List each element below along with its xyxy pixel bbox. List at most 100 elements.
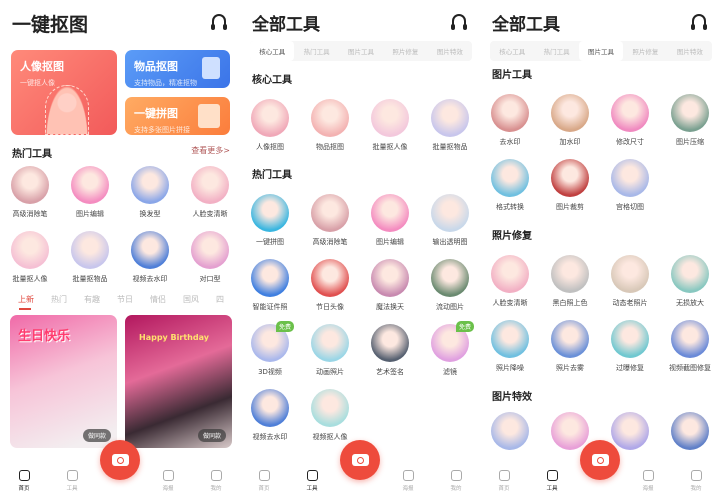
tool-item[interactable]: 图片编辑 xyxy=(360,194,420,259)
category-tab[interactable]: 核心工具 xyxy=(490,41,534,61)
tool-item[interactable]: 高级消除笔 xyxy=(300,194,360,259)
tool-item[interactable]: 图片裁剪 xyxy=(540,159,600,224)
object-cutout-card[interactable]: 物品抠图 支持物品，精准抠物 xyxy=(125,50,230,88)
see-more-link[interactable]: 查看更多> xyxy=(191,145,230,156)
nav-item[interactable]: 首页 xyxy=(240,462,288,502)
nav-item[interactable]: 工具 xyxy=(528,462,576,502)
tool-item[interactable]: 无损放大 xyxy=(660,255,720,320)
feed-tab[interactable]: 有趣 xyxy=(76,294,109,305)
tool-item[interactable]: 图片编辑 xyxy=(60,166,120,231)
category-tab[interactable]: 照片修复 xyxy=(623,41,667,61)
nav-item[interactable]: 首页 xyxy=(0,462,48,502)
nav-item[interactable]: 我的 xyxy=(192,462,240,502)
feed-tab[interactable]: 上新 xyxy=(10,294,43,310)
tool-thumbnail xyxy=(11,231,49,269)
camera-button[interactable] xyxy=(100,440,140,480)
nav-item[interactable]: 海报 xyxy=(624,462,672,502)
section-title: 热门工具 xyxy=(12,149,52,160)
tool-item[interactable]: 过曝修复 xyxy=(600,320,660,385)
home-screen: 一键抠图 人像抠图 一键抠人像 物品抠图 支持物品，精准抠物 一键拼图 支持多张图片拼… xyxy=(0,0,240,502)
nav-item[interactable]: 我的 xyxy=(432,462,480,502)
nav-item[interactable]: 我的 xyxy=(672,462,720,502)
tool-item[interactable]: 视频去水印 xyxy=(240,389,300,454)
tool-label: 视频抠人像 xyxy=(312,433,348,441)
tool-item[interactable]: 照片去雾 xyxy=(540,320,600,385)
category-tab[interactable]: 图片特效 xyxy=(668,41,712,61)
customer-service-icon[interactable] xyxy=(451,14,467,30)
tool-item[interactable]: 魔法换天 xyxy=(360,259,420,324)
feed-tab[interactable]: 情侣 xyxy=(142,294,175,305)
feed-tab[interactable]: 热门 xyxy=(43,294,76,305)
tool-item[interactable]: 流动图片 xyxy=(420,259,480,324)
tool-item[interactable]: 对口型 xyxy=(180,231,240,296)
category-tab[interactable]: 核心工具 xyxy=(250,41,295,61)
tool-item[interactable]: 照片降噪 xyxy=(480,320,540,385)
tool-item[interactable]: 动画照片 xyxy=(300,324,360,389)
tool-item[interactable]: 人脸变清晰 xyxy=(480,255,540,320)
image-tools-screen: 全部工具 核心工具 热门工具 图片工具 照片修复 图片特效 图片工具 去水印 加水印 修改尺… xyxy=(480,0,720,502)
make-same-button[interactable]: 做同款 xyxy=(82,429,111,442)
tool-thumbnail xyxy=(311,99,349,137)
category-tab[interactable]: 热门工具 xyxy=(294,41,338,61)
tool-item[interactable]: 人像抠图 xyxy=(240,99,300,164)
tool-item[interactable]: 人脸变清晰 xyxy=(180,166,240,231)
tool-item[interactable]: 批量抠人像 xyxy=(360,99,420,164)
tool-item[interactable]: 输出透明图 xyxy=(420,194,480,259)
nav-label: 海报 xyxy=(402,486,414,492)
nav-item[interactable]: 首页 xyxy=(480,462,528,502)
tool-item[interactable]: 图片压缩 xyxy=(660,94,720,159)
tool-item[interactable]: 物品抠图 xyxy=(300,99,360,164)
category-tab[interactable]: 图片工具 xyxy=(578,41,624,61)
card-title: 人像抠图 xyxy=(20,60,64,73)
tool-item[interactable]: 视频截图修复 xyxy=(660,320,720,385)
category-tab[interactable]: 图片特效 xyxy=(428,41,472,61)
tool-item[interactable]: 格式转换 xyxy=(480,159,540,224)
make-same-button[interactable]: 做同款 xyxy=(197,429,226,442)
tool-item[interactable]: 智能证件照 xyxy=(240,259,300,324)
nav-item[interactable]: 工具 xyxy=(48,462,96,502)
tool-item[interactable]: 3D视频 免费 xyxy=(240,321,300,389)
category-tab[interactable]: 热门工具 xyxy=(534,41,578,61)
portrait-cutout-card[interactable]: 人像抠图 一键抠人像 xyxy=(11,50,117,135)
tool-label: 加水印 xyxy=(559,138,581,146)
tool-item[interactable]: 换发型 xyxy=(120,166,180,231)
tool-thumbnail xyxy=(251,194,289,232)
tool-item[interactable]: 修改尺寸 xyxy=(600,94,660,159)
poster-card[interactable]: Happy Birthday 做同款 xyxy=(125,315,232,448)
customer-service-icon[interactable] xyxy=(211,14,227,30)
tool-item[interactable]: 视频去水印 xyxy=(120,231,180,296)
nav-item[interactable]: 工具 xyxy=(288,462,336,502)
tool-label: 无损放大 xyxy=(676,299,704,307)
tool-thumbnail xyxy=(311,389,349,427)
tool-item[interactable]: 加水印 xyxy=(540,94,600,159)
tool-thumbnail xyxy=(551,94,589,132)
camera-button[interactable] xyxy=(340,440,380,480)
category-tab[interactable]: 图片工具 xyxy=(339,41,383,61)
poster-icon xyxy=(402,470,414,481)
feed-tab[interactable]: 国风 xyxy=(175,294,208,305)
collage-card[interactable]: 一键拼图 支持多张图片拼接 xyxy=(125,97,230,135)
tool-item[interactable]: 宫格切图 xyxy=(600,159,660,224)
tool-item[interactable]: 高级消除笔 xyxy=(0,166,60,231)
feed-tab[interactable]: 节日 xyxy=(109,294,142,305)
tool-item[interactable]: 批量抠物品 xyxy=(420,99,480,164)
poster-card[interactable]: 生日快乐 做同款 xyxy=(10,315,117,448)
category-tab[interactable]: 照片修复 xyxy=(383,41,427,61)
tool-item[interactable]: 批量抠物品 xyxy=(60,231,120,296)
tool-item[interactable]: 艺术签名 xyxy=(360,324,420,389)
nav-item[interactable]: 海报 xyxy=(384,462,432,502)
nav-label: 工具 xyxy=(66,486,78,492)
camera-button[interactable] xyxy=(580,440,620,480)
tool-thumbnail xyxy=(371,99,409,137)
tool-item[interactable]: 一键拼图 xyxy=(240,194,300,259)
customer-service-icon[interactable] xyxy=(691,14,707,30)
tool-item[interactable]: 批量抠人像 xyxy=(0,231,60,296)
feed-tab[interactable]: 四 xyxy=(208,294,240,305)
tool-item[interactable]: 黑白照上色 xyxy=(540,255,600,320)
tool-item[interactable]: 节日头像 xyxy=(300,259,360,324)
nav-label: 首页 xyxy=(498,486,510,492)
tool-item[interactable]: 去水印 xyxy=(480,94,540,159)
tool-item[interactable]: 滤镜 免费 xyxy=(420,321,480,389)
tool-item[interactable]: 动态老照片 xyxy=(600,255,660,320)
nav-item[interactable]: 海报 xyxy=(144,462,192,502)
